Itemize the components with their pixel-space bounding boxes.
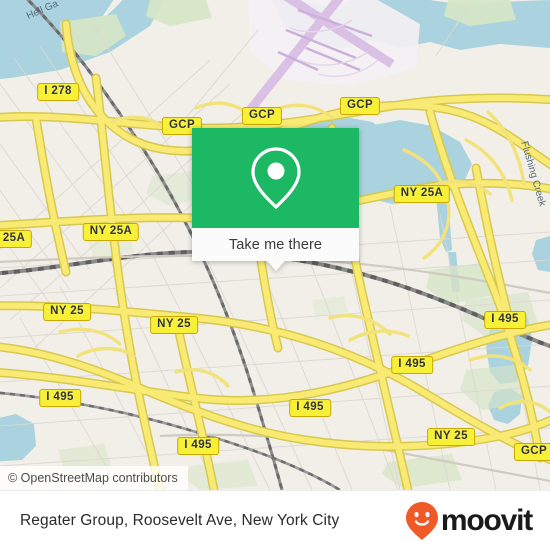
- moovit-pin-icon: [405, 501, 438, 540]
- road-shield-ny25: NY 25: [427, 428, 475, 446]
- road-shield-gcp: GCP: [241, 107, 283, 125]
- road-shield-i495: I 495: [39, 389, 81, 407]
- road-shield-ny25a: 25A: [0, 230, 33, 248]
- location-popup[interactable]: Take me there: [192, 128, 359, 271]
- road-shield-gcp: GCP: [513, 443, 550, 461]
- moovit-wordmark: moovit: [440, 503, 533, 537]
- location-title: Regater Group, Roosevelt Ave, New York C…: [20, 511, 340, 529]
- take-me-there-button[interactable]: Take me there: [192, 228, 359, 261]
- take-me-there-label: Take me there: [228, 236, 323, 253]
- attribution-text: © OpenStreetMap contributors: [8, 471, 178, 485]
- popup-pin-area: [192, 128, 359, 228]
- map-attribution[interactable]: © OpenStreetMap contributors: [0, 466, 188, 490]
- road-shield-gcp: GCP: [339, 97, 381, 115]
- road-shield-ny25a: NY 25A: [82, 223, 140, 241]
- road-shield-i495: I 495: [391, 356, 433, 374]
- map-canvas[interactable]: Hell Ga Flushing Creek I 278 GCP GCP GCP…: [0, 0, 550, 490]
- moovit-map-screen: Hell Ga Flushing Creek I 278 GCP GCP GCP…: [0, 0, 550, 550]
- road-shield-ny25a: NY 25A: [393, 185, 451, 203]
- road-shield-ny25: NY 25: [43, 303, 91, 321]
- road-shield-i495: I 495: [177, 437, 219, 455]
- road-shield-i495: I 495: [484, 311, 526, 329]
- popup-tail: [267, 261, 285, 271]
- road-shield-i495: I 495: [289, 399, 331, 417]
- map-pin-icon: [250, 147, 301, 210]
- moovit-logo[interactable]: moovit: [405, 501, 533, 541]
- road-shield-ny25: NY 25: [150, 316, 198, 334]
- road-shield-i278: I 278: [37, 83, 79, 101]
- footer-bar: Regater Group, Roosevelt Ave, New York C…: [0, 490, 550, 550]
